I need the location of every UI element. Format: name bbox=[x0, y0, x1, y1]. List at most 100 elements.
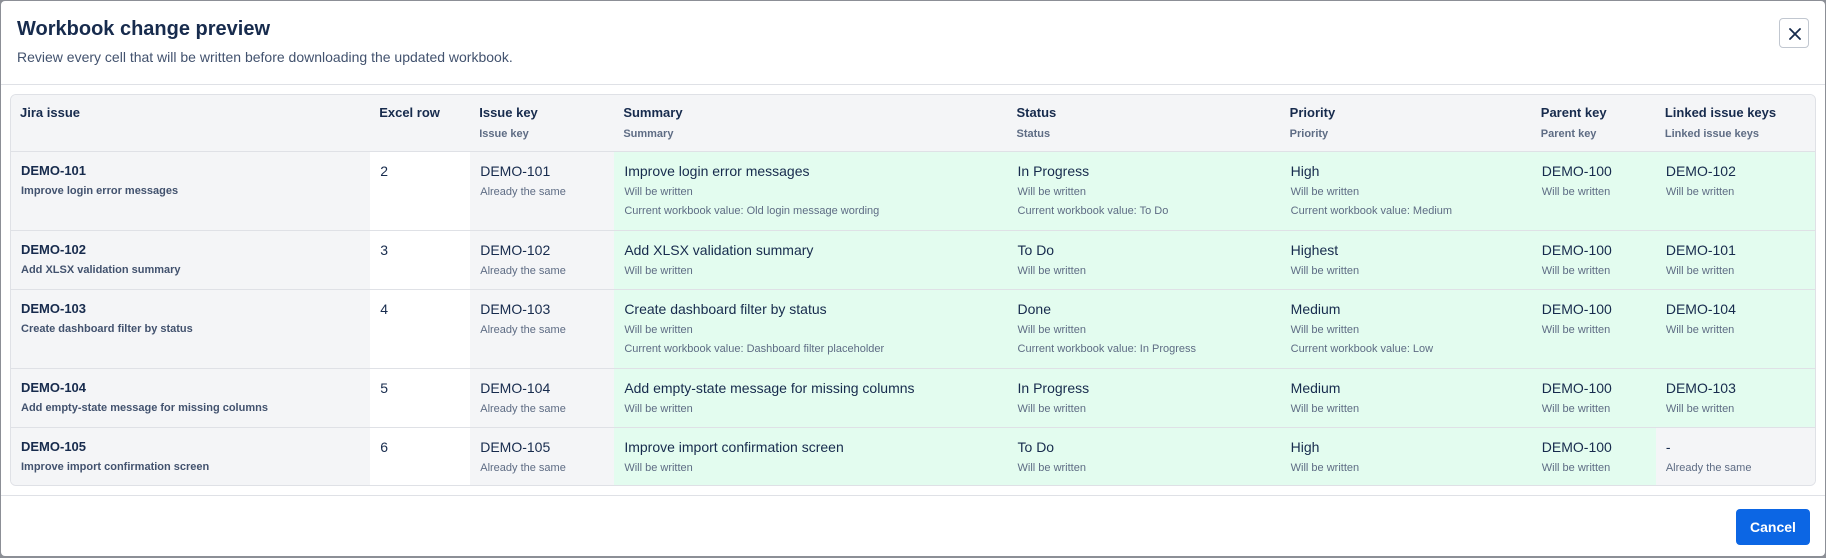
jira-issue-key: DEMO-104 bbox=[21, 379, 87, 395]
cell-excel-row: 6 bbox=[370, 427, 471, 485]
cell-issue-key: DEMO-103 Already the same bbox=[470, 289, 615, 368]
column-header-field-name: Status bbox=[1016, 128, 1051, 140]
jira-issue-title: Create dashboard filter by status bbox=[21, 322, 193, 335]
jira-issue-title: Add empty-state message for missing colu… bbox=[21, 401, 268, 414]
cell-linked-issue-keys: - Already the same bbox=[1655, 427, 1815, 485]
cell-value: DEMO-100 bbox=[1541, 438, 1612, 455]
dialog-subtitle: Review every cell that will be written b… bbox=[17, 49, 513, 65]
cell-parent-key: DEMO-100 Will be written bbox=[1531, 230, 1656, 289]
jira-issue-key: DEMO-103 bbox=[21, 300, 87, 316]
cell-value: Improve import confirmation screen bbox=[624, 438, 844, 455]
cell-change-status: Will be written bbox=[624, 185, 693, 198]
cell-change-status: Will be written bbox=[1541, 323, 1611, 336]
cell-excel-row: 4 bbox=[370, 289, 471, 368]
column-header-label: Priority bbox=[1289, 105, 1336, 120]
table-row: DEMO-105 Improve import confirmation scre… bbox=[11, 427, 1815, 485]
cell-status: In Progress Will be written bbox=[1007, 368, 1281, 427]
cell-parent-key: DEMO-100 Will be written bbox=[1531, 427, 1656, 485]
jira-issue-title: Improve login error messages bbox=[21, 184, 179, 197]
cell-issue-key: DEMO-105 Already the same bbox=[470, 427, 615, 485]
cell-change-status: Will be written bbox=[1017, 264, 1086, 277]
close-button[interactable] bbox=[1779, 18, 1809, 48]
column-header-label: Parent key bbox=[1540, 105, 1607, 120]
cell-value: DEMO-100 bbox=[1541, 241, 1612, 258]
cell-value: DEMO-103 bbox=[1665, 379, 1736, 396]
cell-issue-key: DEMO-101 Already the same bbox=[470, 151, 615, 230]
cell-value: DEMO-101 bbox=[480, 162, 551, 179]
cell-value: In Progress bbox=[1017, 379, 1090, 396]
workbook-change-preview-dialog: Workbook change preview Review every cel… bbox=[1, 1, 1825, 556]
change-preview-table-container[interactable]: Jira issue Excel row Issue key Issue key Sum… bbox=[10, 94, 1816, 486]
table-row: DEMO-104 Add empty-state message for miss… bbox=[11, 368, 1815, 427]
cell-parent-key: DEMO-100 Will be written bbox=[1531, 368, 1656, 427]
cancel-button[interactable]: Cancel bbox=[1736, 509, 1810, 545]
jira-issue-title: Add XLSX validation summary bbox=[21, 263, 181, 276]
cell-value: DEMO-101 bbox=[1665, 241, 1736, 258]
column-header-field-name: Parent key bbox=[1540, 128, 1597, 140]
current-workbook-value: Current workbook value: To Do bbox=[1017, 204, 1169, 217]
cell-value: Medium bbox=[1290, 379, 1341, 396]
jira-issue-key: DEMO-105 bbox=[21, 438, 87, 454]
cell-change-status: Will be written bbox=[1665, 402, 1735, 415]
cell-change-status: Will be written bbox=[1290, 185, 1360, 198]
cell-value: DEMO-102 bbox=[480, 241, 551, 258]
current-workbook-value: Current workbook value: Dashboard filter… bbox=[624, 342, 885, 355]
cell-summary: Add XLSX validation summary Will be writt… bbox=[614, 230, 1008, 289]
cell-excel-row: 5 bbox=[370, 368, 471, 427]
cell-value: DEMO-104 bbox=[480, 379, 551, 396]
column-header-label: Issue key bbox=[479, 105, 538, 120]
cell-change-status: Already the same bbox=[480, 185, 566, 198]
cell-value: In Progress bbox=[1017, 162, 1090, 179]
cell-linked-issue-keys: DEMO-103 Will be written bbox=[1655, 368, 1815, 427]
column-header-excel-row: Excel row bbox=[370, 95, 471, 152]
cell-change-status: Will be written bbox=[1541, 264, 1611, 277]
cell-change-status: Already the same bbox=[1665, 461, 1752, 474]
cell-summary: Create dashboard filter by status Will be… bbox=[614, 289, 1008, 368]
cell-value: DEMO-100 bbox=[1541, 300, 1612, 317]
cell-change-status: Will be written bbox=[1665, 264, 1735, 277]
cell-status: To Do Will be written bbox=[1007, 427, 1281, 485]
cell-jira-issue: DEMO-105 Improve import confirmation scre… bbox=[11, 427, 371, 485]
cell-jira-issue: DEMO-103 Create dashboard filter by statu… bbox=[11, 289, 371, 368]
cell-change-status: Will be written bbox=[1017, 461, 1086, 474]
close-icon bbox=[1789, 28, 1801, 40]
cell-value: DEMO-100 bbox=[1541, 162, 1612, 179]
cell-excel-row: 2 bbox=[370, 151, 471, 230]
cell-value: Add empty-state message for missing colu… bbox=[624, 379, 915, 396]
cell-change-status: Already the same bbox=[480, 264, 566, 277]
column-header-field-name: Priority bbox=[1289, 128, 1329, 140]
cell-change-status: Already the same bbox=[480, 402, 566, 415]
cell-change-status: Will be written bbox=[1017, 185, 1086, 198]
table-row: DEMO-101 Improve login error messages 2 DEM… bbox=[11, 151, 1815, 230]
current-workbook-value: Current workbook value: Medium bbox=[1290, 204, 1453, 217]
table-row: DEMO-103 Create dashboard filter by statu… bbox=[11, 289, 1815, 368]
cell-change-status: Will be written bbox=[1290, 461, 1360, 474]
cell-summary: Add empty-state message for missing colu… bbox=[614, 368, 1008, 427]
column-header-field-name: Summary bbox=[623, 128, 674, 140]
excel-row-number: 6 bbox=[380, 438, 388, 455]
column-header-issue-key: Issue key Issue key bbox=[470, 95, 615, 152]
cell-value: To Do bbox=[1017, 438, 1055, 455]
column-header-field-name: Linked issue keys bbox=[1664, 128, 1760, 140]
cell-change-status: Will be written bbox=[1665, 185, 1735, 198]
cell-linked-issue-keys: DEMO-102 Will be written bbox=[1655, 151, 1815, 230]
column-header-summary: Summary Summary bbox=[614, 95, 1008, 152]
cell-change-status: Already the same bbox=[480, 461, 566, 474]
cell-status: In Progress Will be written Current workbo… bbox=[1007, 151, 1281, 230]
cell-change-status: Will be written bbox=[1017, 402, 1086, 415]
cell-value: DEMO-100 bbox=[1541, 379, 1612, 396]
column-header-parent-key: Parent key Parent key bbox=[1531, 95, 1656, 152]
cell-value: High bbox=[1290, 438, 1320, 455]
cell-parent-key: DEMO-100 Will be written bbox=[1531, 151, 1656, 230]
cell-value: Create dashboard filter by status bbox=[624, 300, 827, 317]
cell-change-status: Will be written bbox=[1290, 264, 1360, 277]
cell-issue-key: DEMO-104 Already the same bbox=[470, 368, 615, 427]
cell-linked-issue-keys: DEMO-104 Will be written bbox=[1655, 289, 1815, 368]
cell-parent-key: DEMO-100 Will be written bbox=[1531, 289, 1656, 368]
column-header-priority: Priority Priority bbox=[1280, 95, 1532, 152]
cell-value: DEMO-105 bbox=[480, 438, 551, 455]
cell-change-status: Will be written bbox=[1541, 461, 1611, 474]
cell-value: Medium bbox=[1290, 300, 1341, 317]
cell-change-status: Will be written bbox=[1541, 402, 1611, 415]
column-header-field-name: Issue key bbox=[479, 128, 529, 140]
